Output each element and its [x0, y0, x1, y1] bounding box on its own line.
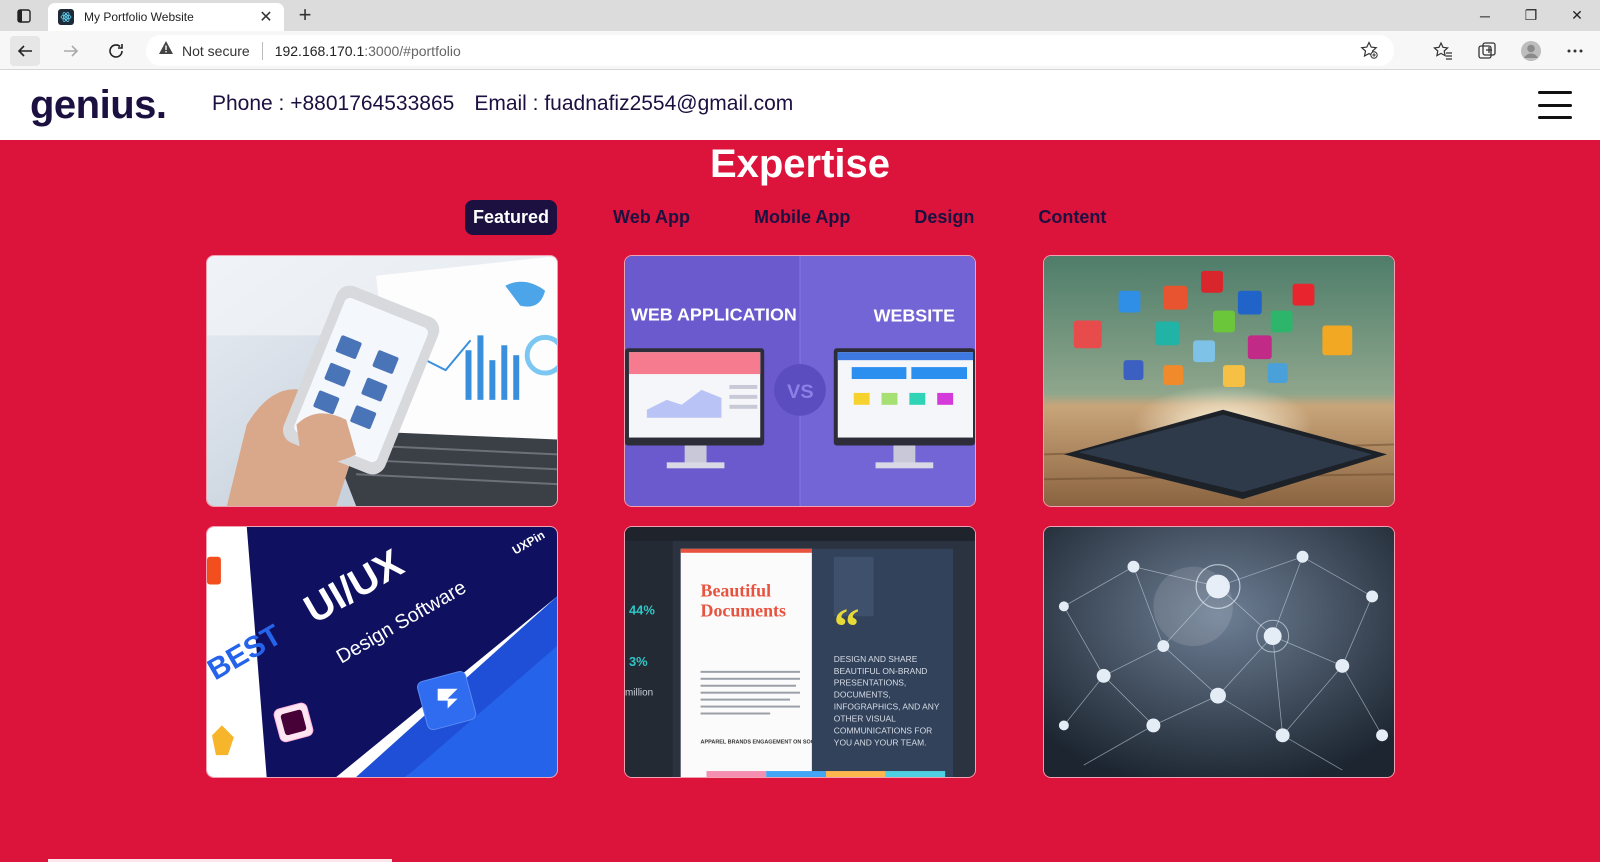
close-window-icon[interactable]: ✕	[1554, 0, 1600, 31]
portfolio-card-documents[interactable]: 44% 3% million Beautiful Documents APPAR…	[624, 526, 976, 778]
filter-web-app[interactable]: Web App	[605, 200, 698, 235]
doc-title-1: Beautiful	[701, 580, 772, 600]
banking-image	[207, 256, 557, 506]
doc-quote-text: DESIGN AND SHARE BEAUTIFUL ON-BRAND PRES…	[833, 653, 940, 748]
site-header: genius. Phone : +8801764533865 Email : fu…	[0, 70, 1600, 140]
uiux-image: BEST UI/UX Design Software UXPin	[207, 527, 557, 777]
warning-icon[interactable]	[158, 40, 174, 61]
add-favorite-icon[interactable]	[1360, 41, 1378, 64]
portfolio-card-webapp-vs-website[interactable]: WEB APPLICATION WEBSITE VS	[624, 255, 976, 507]
browser-titlebar: My Portfolio Website ✕ + ─ ❐ ✕	[0, 0, 1600, 31]
address-bar[interactable]: Not secure 192.168.170.1:3000/#portfolio	[146, 35, 1394, 66]
documents-image: 44% 3% million Beautiful Documents APPAR…	[625, 527, 975, 777]
more-options-icon[interactable]	[1560, 36, 1590, 66]
doc-stat-1: 44%	[629, 602, 655, 617]
browser-tab[interactable]: My Portfolio Website ✕	[48, 3, 284, 31]
react-favicon-icon	[58, 9, 74, 25]
filter-design[interactable]: Design	[906, 200, 982, 235]
doc-stat-2: 3%	[629, 654, 648, 669]
security-status[interactable]: Not secure	[182, 43, 250, 59]
email-text: Email : fuadnafiz2554@gmail.com	[474, 92, 794, 115]
forward-arrow-icon[interactable]	[56, 36, 86, 66]
doc-quote-wrapper: DESIGN AND SHARE BEAUTIFUL ON-BRAND PRES…	[833, 653, 940, 748]
portfolio-card-network[interactable]	[1043, 526, 1395, 778]
url-host: 192.168.170.1	[274, 42, 365, 59]
collections-icon[interactable]	[1472, 36, 1502, 66]
tab-actions-icon[interactable]	[14, 6, 34, 26]
window-controls: ─ ❐ ✕	[1462, 0, 1600, 31]
webapp-right-label: WEBSITE	[874, 305, 956, 325]
browser-toolbar: Not secure 192.168.170.1:3000/#portfolio	[0, 31, 1600, 70]
section-title: Expertise	[709, 142, 891, 186]
contact-info: Phone : +8801764533865 Email : fuadnafiz2…	[212, 92, 793, 116]
doc-stat-3: million	[625, 688, 653, 699]
minimize-icon[interactable]: ─	[1462, 0, 1508, 31]
favorites-icon[interactable]	[1428, 36, 1458, 66]
doc-title-2: Documents	[701, 600, 786, 620]
phone-text: Phone : +8801764533865	[212, 92, 455, 115]
restore-icon[interactable]: ❐	[1508, 0, 1554, 31]
network-image	[1044, 527, 1394, 777]
mobile-apps-image	[1044, 256, 1394, 506]
webapp-left-label: WEB APPLICATION	[631, 305, 797, 325]
profile-avatar-icon[interactable]	[1516, 36, 1546, 66]
portfolio-filters: Featured Web App Mobile App Design Conte…	[465, 199, 1114, 235]
portfolio-card-uiux[interactable]: BEST UI/UX Design Software UXPin	[206, 526, 558, 778]
back-arrow-icon[interactable]	[10, 36, 40, 66]
filter-featured[interactable]: Featured	[465, 199, 558, 235]
site-logo[interactable]: genius.	[30, 83, 167, 128]
vs-label: VS	[787, 381, 814, 403]
portfolio-card-mobile-apps[interactable]	[1043, 255, 1395, 507]
webapp-vs-website-image: WEB APPLICATION WEBSITE VS	[625, 256, 975, 506]
address-divider	[261, 41, 263, 60]
filter-mobile-app[interactable]: Mobile App	[746, 200, 858, 235]
reload-icon[interactable]	[101, 36, 131, 66]
portfolio-card-banking[interactable]	[206, 255, 558, 507]
new-tab-icon[interactable]: +	[294, 4, 316, 26]
tab-title: My Portfolio Website	[84, 10, 194, 24]
url-path: :3000/#portfolio	[364, 42, 461, 59]
filter-content[interactable]: Content	[1030, 200, 1114, 235]
tab-close-icon[interactable]: ✕	[258, 7, 274, 27]
hamburger-menu-icon[interactable]	[1538, 91, 1572, 119]
doc-quote-mark: “	[834, 599, 860, 656]
